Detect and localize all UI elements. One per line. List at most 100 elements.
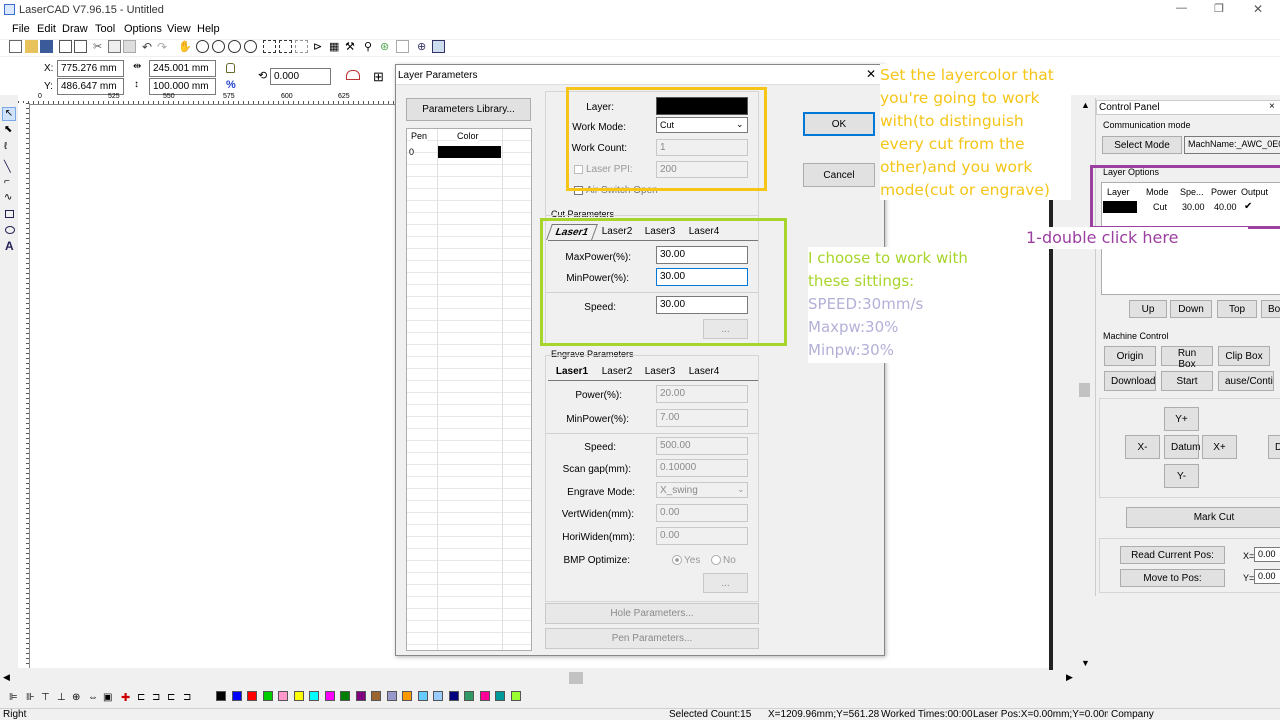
- menu-file[interactable]: File: [12, 23, 30, 35]
- z-partial-button[interactable]: Da: [1268, 435, 1280, 459]
- vert-widen-input[interactable]: 0.00: [656, 504, 748, 522]
- align-bottom-icon[interactable]: ⊥: [57, 692, 66, 703]
- hole-parameters-button[interactable]: Hole Parameters...: [545, 603, 759, 624]
- engrave-tab-laser2[interactable]: Laser2: [596, 364, 638, 380]
- menu-tool[interactable]: Tool: [95, 23, 115, 35]
- scroll-down-icon[interactable]: ▼: [1081, 658, 1090, 668]
- menu-edit[interactable]: Edit: [37, 23, 56, 35]
- menu-draw[interactable]: Draw: [62, 23, 88, 35]
- text-tool-icon[interactable]: A: [5, 239, 14, 253]
- dist-h-icon[interactable]: ⊏: [167, 692, 175, 703]
- dist-v-icon[interactable]: ⊐: [183, 692, 191, 703]
- open-folder-icon[interactable]: [25, 40, 38, 53]
- select-all-icon[interactable]: [263, 40, 276, 53]
- layer-down-button[interactable]: Down: [1170, 300, 1212, 318]
- zoom-out-icon[interactable]: [212, 40, 225, 53]
- layer-bottom-button[interactable]: Bott: [1261, 300, 1280, 318]
- palette-swatch[interactable]: [402, 691, 412, 701]
- import-icon[interactable]: [59, 40, 72, 53]
- hori-widen-input[interactable]: 0.00: [656, 527, 748, 545]
- start-button[interactable]: Start: [1161, 371, 1213, 391]
- palette-swatch[interactable]: [324, 691, 335, 701]
- zoom-page-icon[interactable]: [244, 40, 257, 53]
- datum-button[interactable]: Datum: [1164, 435, 1200, 459]
- read-current-pos-button[interactable]: Read Current Pos:: [1120, 546, 1225, 564]
- palette-swatch[interactable]: [340, 691, 350, 701]
- close-path-icon[interactable]: [396, 40, 409, 53]
- x-plus-button[interactable]: X+: [1202, 435, 1237, 459]
- dialog-close-button[interactable]: ✕: [866, 67, 876, 81]
- save-icon[interactable]: [40, 40, 53, 53]
- align-center-icon[interactable]: ⊕: [72, 692, 80, 703]
- scroll-right-icon[interactable]: ▶: [1066, 672, 1073, 683]
- width-input[interactable]: 245.001 mm: [149, 60, 216, 77]
- clip-box-button[interactable]: Clip Box: [1218, 346, 1270, 366]
- x-pos-input[interactable]: 0.00: [1254, 547, 1280, 562]
- node-edit-icon[interactable]: ⚲: [364, 40, 377, 53]
- center-cross-icon[interactable]: ✚: [121, 691, 130, 704]
- engrave-tab-laser4[interactable]: Laser4: [683, 364, 725, 380]
- x-position-input[interactable]: 775.276 mm: [57, 60, 124, 77]
- y-minus-button[interactable]: Y-: [1164, 464, 1199, 488]
- menu-view[interactable]: View: [167, 23, 191, 35]
- mirror-icon[interactable]: [346, 70, 360, 80]
- scroll-left-icon[interactable]: ◀: [3, 672, 10, 683]
- align-left-icon[interactable]: ⊫: [9, 692, 18, 703]
- pause-continue-button[interactable]: ause/Continu: [1218, 371, 1274, 391]
- palette-swatch[interactable]: [464, 691, 474, 701]
- curve-tool-icon[interactable]: ∿: [4, 192, 12, 203]
- same-height-icon[interactable]: ⊐: [152, 692, 160, 703]
- machine-icon[interactable]: ⊕: [417, 40, 430, 53]
- pen-row-index[interactable]: 0: [409, 147, 415, 157]
- palette-swatch[interactable]: [386, 691, 397, 701]
- rectangle-tool-icon[interactable]: [5, 210, 14, 218]
- redo-icon[interactable]: ↷: [157, 40, 170, 54]
- cut-icon[interactable]: ✂: [93, 40, 106, 53]
- engrave-mode-select[interactable]: X_swing: [656, 482, 748, 498]
- y-plus-button[interactable]: Y+: [1164, 407, 1199, 431]
- palette-swatch[interactable]: [495, 691, 505, 701]
- machine-name-field[interactable]: MachName:_AWC_0E0: [1184, 136, 1280, 154]
- ellipse-tool-icon[interactable]: [5, 226, 15, 234]
- select-arrow-icon[interactable]: ↖: [2, 107, 16, 121]
- menu-help[interactable]: Help: [197, 23, 220, 35]
- scroll-thumb[interactable]: [1079, 383, 1090, 397]
- copy-icon[interactable]: [108, 40, 121, 53]
- engrave-tab-laser3[interactable]: Laser3: [639, 364, 681, 380]
- run-box-button[interactable]: Run Box: [1161, 346, 1213, 370]
- h-scroll-thumb[interactable]: [569, 672, 583, 684]
- undo-icon[interactable]: ↶: [142, 40, 155, 54]
- engrave-power-input[interactable]: 20.00: [656, 385, 748, 403]
- pen-parameters-button[interactable]: Pen Parameters...: [545, 628, 759, 649]
- x-minus-button[interactable]: X-: [1125, 435, 1160, 459]
- mark-cut-button[interactable]: Mark Cut: [1126, 507, 1280, 528]
- engrave-more-button[interactable]: ...: [703, 573, 748, 593]
- palette-swatch[interactable]: [231, 691, 242, 701]
- screen-preview-icon[interactable]: [432, 40, 445, 53]
- palette-swatch[interactable]: [371, 691, 381, 701]
- maximize-button[interactable]: ❐: [1214, 2, 1224, 15]
- menu-options[interactable]: Options: [124, 23, 162, 35]
- palette-swatch[interactable]: [278, 691, 288, 701]
- pen-row-color[interactable]: [438, 146, 501, 158]
- cancel-button[interactable]: Cancel: [803, 163, 875, 187]
- close-panel-icon[interactable]: ×: [1269, 101, 1275, 112]
- palette-swatch[interactable]: [216, 691, 226, 701]
- new-file-icon[interactable]: [9, 40, 22, 53]
- same-width-icon[interactable]: ⊏: [137, 692, 145, 703]
- node-select-icon[interactable]: ⬉: [4, 124, 12, 135]
- layer-top-button[interactable]: Top: [1217, 300, 1257, 318]
- palette-swatch[interactable]: [417, 691, 428, 701]
- download-button[interactable]: Download: [1104, 371, 1156, 391]
- scroll-up-icon[interactable]: ▲: [1081, 100, 1090, 110]
- zoom-in-icon[interactable]: [196, 40, 209, 53]
- palette-swatch[interactable]: [293, 691, 304, 701]
- y-pos-input[interactable]: 0.00: [1254, 569, 1280, 584]
- layer-up-button[interactable]: Up: [1129, 300, 1167, 318]
- smooth-icon[interactable]: ⊛: [380, 40, 393, 53]
- lock-ratio-icon[interactable]: [226, 63, 235, 73]
- zoom-fit-icon[interactable]: [228, 40, 241, 53]
- ok-button[interactable]: OK: [803, 112, 875, 136]
- minimize-button[interactable]: —: [1176, 2, 1187, 14]
- distribute-icon[interactable]: ⇔: [88, 692, 98, 703]
